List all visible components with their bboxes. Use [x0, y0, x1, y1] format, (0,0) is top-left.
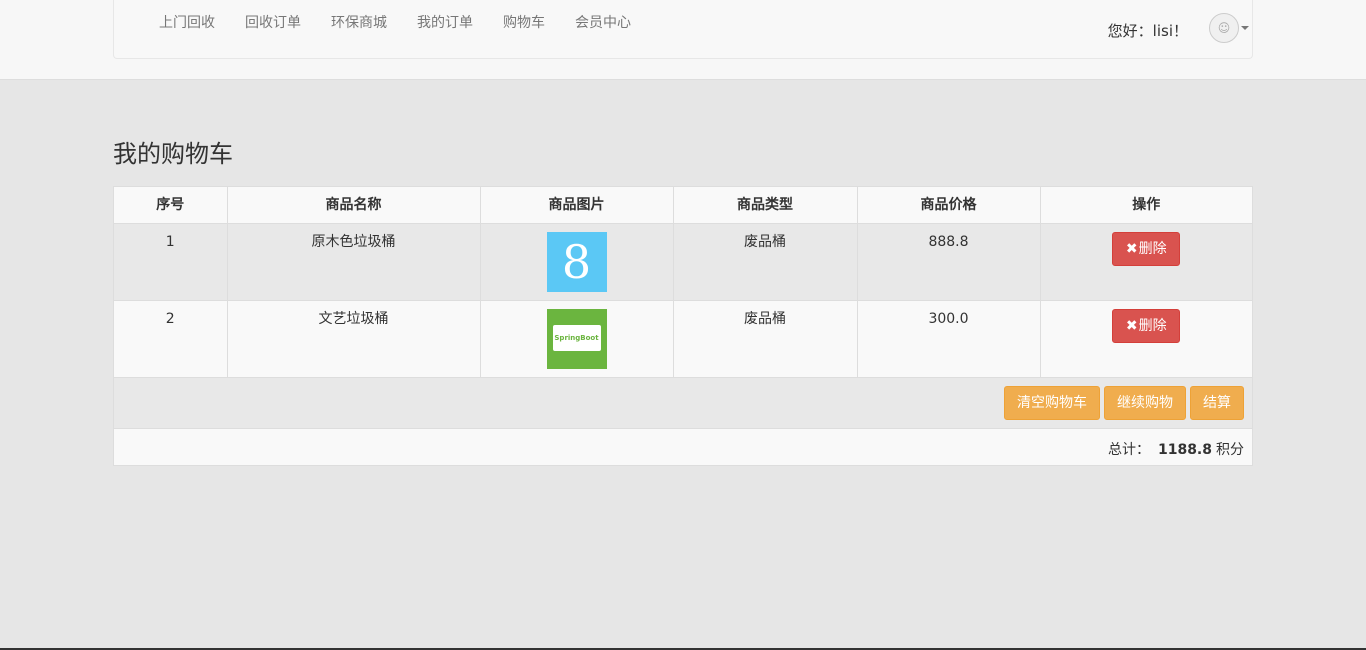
- column-header-type: 商品类型: [673, 187, 858, 224]
- delete-button[interactable]: ✖删除: [1112, 232, 1181, 266]
- clear-cart-button[interactable]: 清空购物车: [1004, 386, 1100, 420]
- table-row: 2 文艺垃圾桶 SpringBoot 废品桶 300.0 ✖删除: [114, 300, 1252, 378]
- nav-link-home-recycle[interactable]: 上门回收: [144, 0, 230, 46]
- column-header-price: 商品价格: [857, 187, 1041, 224]
- product-image[interactable]: SpringBoot: [546, 309, 607, 369]
- continue-shopping-button[interactable]: 继续购物: [1104, 386, 1186, 420]
- nav-link-cart[interactable]: 购物车: [488, 0, 560, 46]
- total-label: 总计：: [1107, 442, 1150, 458]
- cell-type: 废品桶: [673, 223, 858, 301]
- cart-total: 总计： 1188.8 积分: [1108, 439, 1244, 459]
- springboot-logo-text: SpringBoot: [552, 325, 601, 351]
- times-icon: ✖: [1125, 241, 1138, 257]
- cell-price: 300.0: [857, 300, 1041, 378]
- cell-name: 原木色垃圾桶: [227, 223, 481, 301]
- nav-link-member-center[interactable]: 会员中心: [560, 0, 646, 46]
- cell-price: 888.8: [857, 223, 1041, 301]
- table-header-row: 序号 商品名称 商品图片 商品类型 商品价格 操作: [114, 187, 1252, 224]
- cell-index: 1: [114, 223, 228, 301]
- cell-actions: ✖删除: [1040, 300, 1252, 378]
- top-bar: 上门回收 回收订单 环保商城 我的订单 购物车 会员中心 您好：lisi！ ☺: [0, 0, 1366, 80]
- cart-actions-row: 清空购物车 继续购物 结算: [114, 378, 1252, 429]
- cell-type: 废品桶: [673, 300, 858, 378]
- table-row: 1 原木色垃圾桶 8 废品桶 888.8 ✖删除: [114, 223, 1252, 301]
- checkout-button[interactable]: 结算: [1190, 386, 1244, 420]
- cell-image: 8: [480, 223, 674, 301]
- cell-name: 文艺垃圾桶: [227, 300, 481, 378]
- cell-index: 2: [114, 300, 228, 378]
- times-icon: ✖: [1125, 318, 1138, 334]
- total-value: 1188.8: [1157, 442, 1212, 458]
- delete-button[interactable]: ✖删除: [1112, 309, 1181, 343]
- navbar: 上门回收 回收订单 环保商城 我的订单 购物车 会员中心 您好：lisi！ ☺: [113, 0, 1253, 59]
- cart-actions: 清空购物车 继续购物 结算: [1004, 386, 1244, 420]
- nav-links: 上门回收 回收订单 环保商城 我的订单 购物车 会员中心: [144, 0, 646, 46]
- chevron-down-icon[interactable]: [1241, 26, 1249, 30]
- delete-label: 删除: [1138, 318, 1167, 334]
- product-image[interactable]: 8: [546, 232, 607, 292]
- total-unit: 积分: [1216, 442, 1244, 458]
- cart-table: 序号 商品名称 商品图片 商品类型 商品价格 操作 1 原木色垃圾桶 8 废品桶…: [114, 187, 1252, 378]
- cell-actions: ✖删除: [1040, 223, 1252, 301]
- cart-panel: 序号 商品名称 商品图片 商品类型 商品价格 操作 1 原木色垃圾桶 8 废品桶…: [113, 186, 1253, 466]
- nav-link-eco-mall[interactable]: 环保商城: [316, 0, 402, 46]
- column-header-name: 商品名称: [227, 187, 481, 224]
- avatar-icon[interactable]: ☺: [1209, 13, 1239, 43]
- column-header-actions: 操作: [1040, 187, 1252, 224]
- nav-link-recycle-orders[interactable]: 回收订单: [230, 0, 316, 46]
- delete-label: 删除: [1138, 241, 1167, 257]
- cart-total-row: 总计： 1188.8 积分: [114, 429, 1252, 465]
- column-header-image: 商品图片: [480, 187, 674, 224]
- user-greeting: 您好：lisi！: [1107, 22, 1188, 40]
- page-title: 我的购物车: [113, 140, 233, 168]
- nav-link-my-orders[interactable]: 我的订单: [402, 0, 488, 46]
- cell-image: SpringBoot: [480, 300, 674, 378]
- column-header-index: 序号: [114, 187, 228, 224]
